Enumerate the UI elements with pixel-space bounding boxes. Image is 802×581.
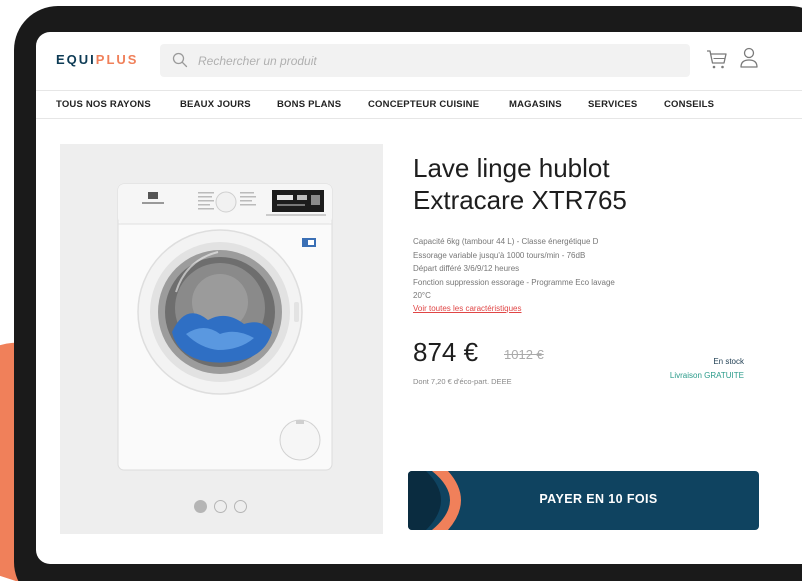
product-specs: Capacité 6kg (tambour 44 L) - Classe éne… [413,235,653,303]
cart-icon[interactable] [706,48,728,70]
product-image-gallery [60,144,383,534]
user-icon[interactable] [739,47,759,69]
product-title-line-1: Lave linge hublot [413,153,610,183]
logo[interactable]: EQUIPLUS [56,52,138,67]
delivery-info: Livraison GRATUITE [669,371,744,380]
nav-item-concepteur-cuisine[interactable]: CONCEPTEUR CUISINE [368,99,479,110]
main-navigation: TOUS NOS RAYONS BEAUX JOURS BONS PLANS C… [36,90,802,119]
eco-participation: Dont 7,20 € d'éco-part. DEEE [413,377,512,386]
nav-item-conseils[interactable]: CONSEILS [664,99,714,110]
nav-item-tous-nos-rayons[interactable]: TOUS NOS RAYONS [56,99,151,110]
nav-item-bons-plans[interactable]: BONS PLANS [277,99,341,110]
old-price: 1012 € [504,347,544,362]
product-title-line-2: Extracare XTR765 [413,185,627,215]
nav-item-beaux-jours[interactable]: BEAUX JOURS [180,99,251,110]
current-price: 874 € [413,337,479,367]
spec-line: 20°C [413,291,431,300]
see-all-specs-link[interactable]: Voir toutes les caractéristiques [413,304,522,313]
washing-machine-image [117,183,333,471]
spec-line: Capacité 6kg (tambour 44 L) - Classe éne… [413,237,599,246]
carousel-indicators [194,500,254,514]
nav-item-magasins[interactable]: MAGASINS [509,99,562,110]
nav-item-services[interactable]: SERVICES [588,99,637,110]
carousel-dot-2[interactable] [214,500,227,513]
pay-in-10-button[interactable]: PAYER EN 10 FOIS [408,471,759,530]
app-screen: EQUIPLUS TOUS NOS RAYONS BEAUX JOURS BON… [36,32,802,564]
site-header: EQUIPLUS [36,32,802,90]
spec-line: Départ différé 3/6/9/12 heures [413,264,520,273]
carousel-dot-3[interactable] [234,500,247,513]
search-icon [172,52,188,68]
search-input[interactable] [198,44,678,77]
logo-text-equi: EQUI [56,52,96,67]
pay-button-label: PAYER EN 10 FOIS [539,492,658,506]
spec-line: Fonction suppression essorage - Programm… [413,277,615,287]
search-bar[interactable] [160,44,690,77]
stock-status: En stock [713,357,744,366]
carousel-dot-1[interactable] [194,500,207,513]
spec-line: Essorage variable jusqu'à 1000 tours/min… [413,250,586,260]
logo-text-plus: PLUS [95,52,139,67]
product-title: Lave linge hublot Extracare XTR765 [413,152,773,216]
